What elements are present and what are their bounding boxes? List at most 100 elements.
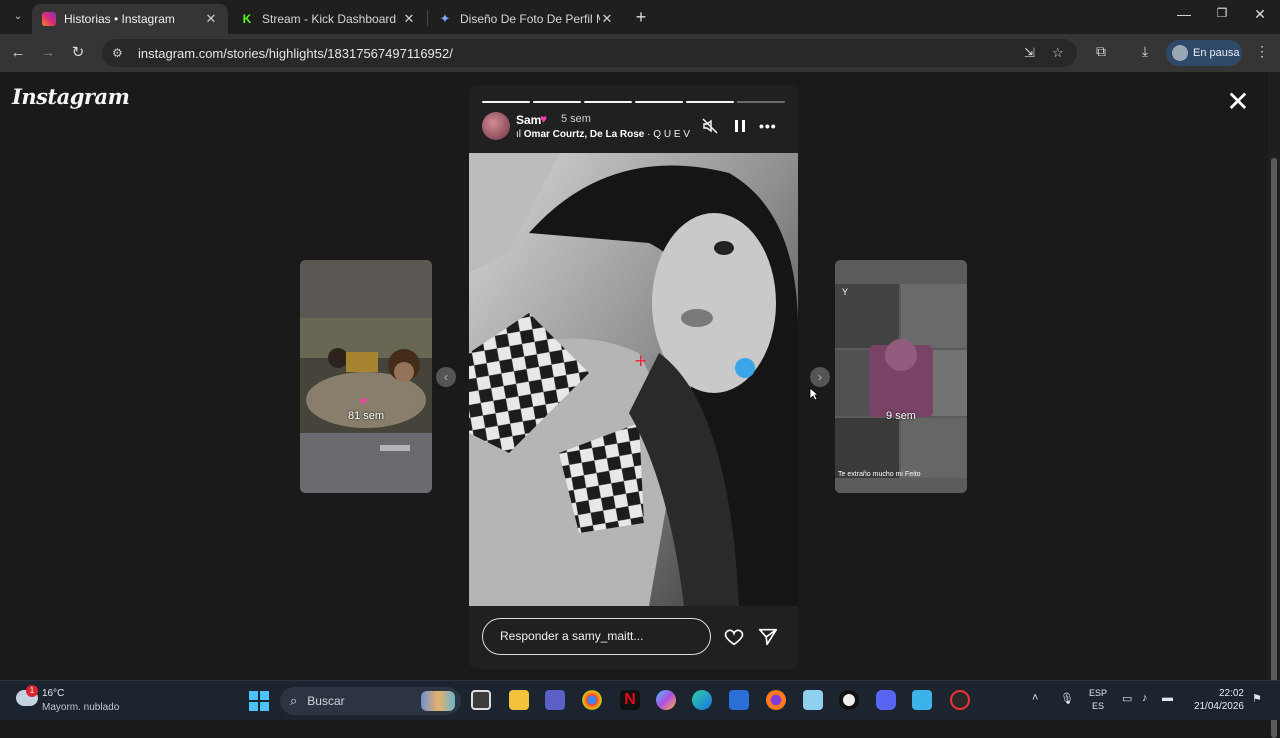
- search-placeholder: Buscar: [307, 694, 345, 708]
- app-recorder-icon[interactable]: [950, 690, 970, 710]
- volume-icon[interactable]: ♪: [1142, 692, 1148, 704]
- clock-date: 21/04/2026: [1193, 701, 1244, 712]
- instagram-logo[interactable]: Instagram: [12, 84, 130, 109]
- previous-story-preview[interactable]: ♥ 81 sem: [300, 260, 432, 493]
- music-artists: Omar Courtz, De La Rose: [523, 129, 645, 140]
- windows-taskbar: 1 16°C Mayorm. nublado ⌕ Buscar N ˄ 🎙 ES…: [0, 680, 1280, 720]
- story-author-name[interactable]: Sam: [516, 113, 541, 127]
- scrollbar-thumb[interactable]: [1271, 158, 1277, 738]
- notifications-icon[interactable]: ⚑: [1252, 692, 1262, 705]
- pause-icon[interactable]: [733, 118, 747, 137]
- music-title: · Q U E V A: [647, 129, 692, 140]
- profile-button[interactable]: En pausa: [1166, 40, 1242, 66]
- extensions-icon[interactable]: ⧉: [1091, 43, 1111, 60]
- more-options-icon[interactable]: •••: [759, 118, 777, 134]
- lang-code: ESP: [1089, 688, 1108, 698]
- reload-button[interactable]: ↻: [68, 43, 88, 63]
- firefox-icon[interactable]: [766, 690, 786, 710]
- close-window-button[interactable]: ✕: [1250, 6, 1270, 23]
- taskbar-search[interactable]: ⌕ Buscar: [280, 687, 461, 715]
- previous-story-age: 81 sem: [347, 410, 385, 422]
- profile-label: En pausa: [1193, 47, 1240, 59]
- browser-menu-icon[interactable]: ⋮: [1252, 43, 1272, 60]
- next-story-age: 9 sem: [886, 410, 916, 422]
- story-letter: Y: [842, 287, 849, 297]
- downloads-icon[interactable]: ⤓: [1135, 43, 1155, 60]
- address-bar[interactable]: ⚙ instagram.com/stories/highlights/18317…: [102, 39, 1077, 67]
- system-clock[interactable]: 22:02 21/04/2026: [1188, 687, 1244, 713]
- search-icon: ⌕: [290, 693, 298, 708]
- weather-condition: Mayorm. nublado: [42, 702, 120, 713]
- story-time: 5 sem: [561, 113, 591, 125]
- site-info-icon[interactable]: ⚙: [112, 46, 126, 60]
- app-f-icon[interactable]: [912, 690, 932, 710]
- close-stories-button[interactable]: ✕: [1225, 88, 1251, 116]
- story-music[interactable]: ıl Omar Courtz, De La Rose · Q U E V A: [516, 129, 692, 140]
- url-text[interactable]: instagram.com/stories/highlights/1831756…: [138, 46, 453, 61]
- previous-story-arrow[interactable]: ‹: [436, 367, 456, 387]
- mouse-cursor-icon: [809, 387, 819, 401]
- netflix-icon[interactable]: N: [620, 690, 640, 710]
- notepad-icon[interactable]: [803, 690, 823, 710]
- task-view-icon[interactable]: [471, 690, 491, 710]
- music-bars-icon: ıl: [516, 129, 524, 140]
- obs-icon[interactable]: [839, 690, 859, 710]
- story-progress-segment: [686, 101, 734, 103]
- name-heart-icon: ♥: [540, 112, 548, 126]
- tab-instagram[interactable]: Historias • Instagram ✕: [32, 4, 228, 34]
- new-tab-button[interactable]: +: [632, 7, 650, 27]
- bookmark-star-icon[interactable]: ☆: [1052, 45, 1064, 61]
- close-tab-icon[interactable]: ✕: [402, 11, 416, 27]
- edge-icon[interactable]: [692, 690, 712, 710]
- story-progress-segment: [737, 101, 785, 103]
- install-app-icon[interactable]: ⇲: [1024, 45, 1035, 61]
- preview-dim-overlay: [835, 260, 967, 493]
- gemini-favicon-icon: ✦: [439, 11, 451, 26]
- close-tab-icon[interactable]: ✕: [600, 11, 614, 27]
- next-story-preview[interactable]: Y 9 sem Te extraño mucho mi Feito: [835, 260, 967, 493]
- page-scrollbar[interactable]: [1268, 72, 1280, 738]
- tab-title: Stream - Kick Dashboard: [262, 12, 397, 26]
- profile-avatar: [1172, 45, 1188, 61]
- story-progress-segment: [533, 101, 581, 103]
- network-icon[interactable]: ▭: [1122, 692, 1132, 705]
- battery-icon[interactable]: ▬: [1162, 692, 1173, 704]
- copilot-icon[interactable]: [656, 690, 676, 710]
- microphone-icon[interactable]: 🎙: [1060, 692, 1074, 705]
- tab-search-button[interactable]: ⌄: [8, 7, 28, 27]
- instagram-favicon-icon: [42, 12, 56, 26]
- story-photo: +: [469, 153, 798, 606]
- discord-icon[interactable]: [876, 690, 896, 710]
- windows-start-icon[interactable]: [249, 691, 269, 711]
- file-explorer-icon[interactable]: [509, 690, 529, 710]
- kick-favicon-icon: K: [240, 12, 254, 26]
- story-author-avatar[interactable]: [482, 112, 510, 140]
- tab-design[interactable]: ✦ Diseño De Foto De Perfil Minim ✕: [428, 4, 624, 34]
- forward-button[interactable]: →: [38, 43, 58, 63]
- next-story-caption: Te extraño mucho mi Feito: [838, 471, 921, 478]
- like-heart-icon[interactable]: [723, 626, 745, 648]
- search-highlight-image: [421, 691, 455, 711]
- minimize-button[interactable]: —: [1174, 6, 1194, 22]
- story-progress-segment: [635, 101, 683, 103]
- next-story-arrow[interactable]: ›: [810, 367, 830, 387]
- share-send-icon[interactable]: [757, 626, 779, 648]
- preview-dim-overlay: [300, 260, 432, 493]
- tab-kick[interactable]: K Stream - Kick Dashboard ✕: [230, 4, 426, 34]
- story-progress-segment: [584, 101, 632, 103]
- store-icon[interactable]: [729, 690, 749, 710]
- active-story[interactable]: Sam ♥ 5 sem ıl Omar Courtz, De La Rose ·…: [469, 85, 798, 669]
- mute-icon[interactable]: [702, 118, 718, 137]
- reply-input[interactable]: Responder a samy_maitt...: [482, 618, 711, 655]
- notification-badge: 1: [26, 685, 38, 697]
- clock-time: 22:02: [1218, 688, 1244, 699]
- language-indicator[interactable]: ESP ES: [1089, 687, 1107, 713]
- show-hidden-icons[interactable]: ˄: [1032, 692, 1038, 704]
- chrome-icon[interactable]: [582, 690, 602, 710]
- restore-button[interactable]: ❐: [1212, 6, 1232, 20]
- close-tab-icon[interactable]: ✕: [204, 11, 218, 27]
- teams-icon[interactable]: [545, 690, 565, 710]
- back-button[interactable]: ←: [8, 43, 28, 63]
- lang-layout: ES: [1092, 701, 1105, 711]
- svg-text:+: +: [634, 351, 647, 370]
